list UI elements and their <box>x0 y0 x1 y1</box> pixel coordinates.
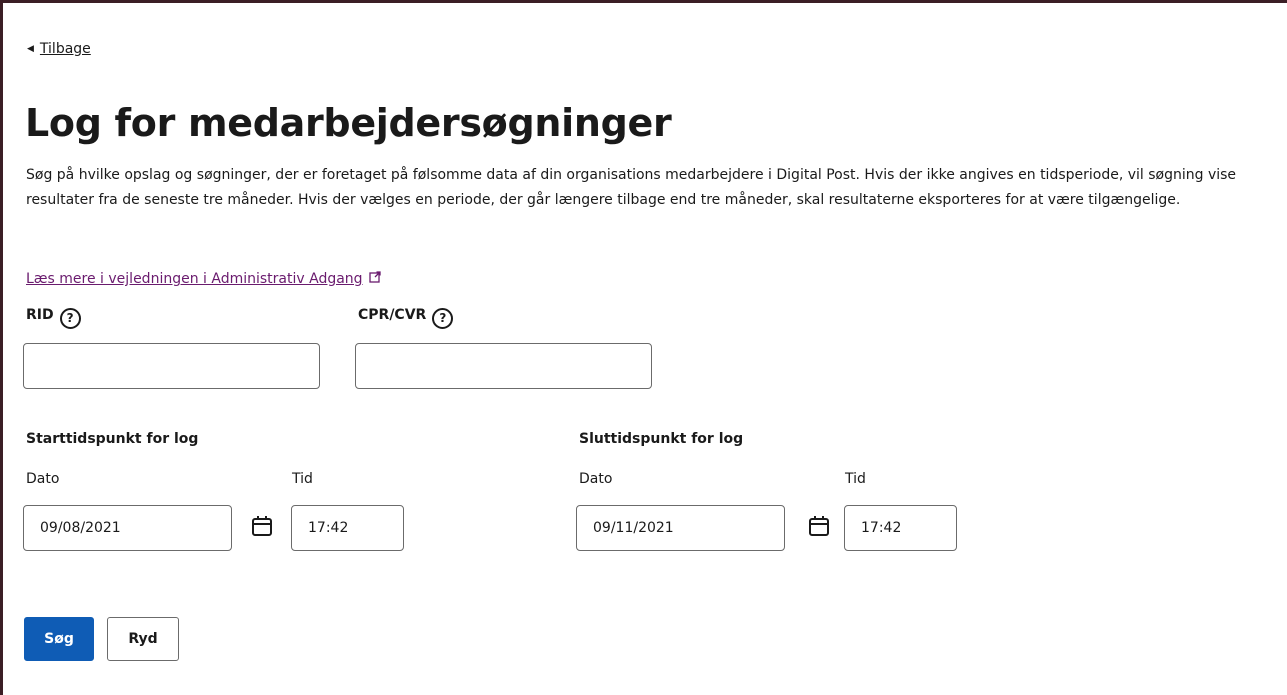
caret-left-icon: ◀ <box>27 44 34 54</box>
rid-label: RID <box>26 307 54 323</box>
cpr-input[interactable] <box>355 343 652 389</box>
cpr-label-row: CPR/CVR? <box>358 307 454 329</box>
start-date-input[interactable] <box>23 505 232 551</box>
question-circle-icon[interactable]: ? <box>59 308 81 329</box>
end-time-label: Tid <box>845 471 866 487</box>
guide-link-label: Læs mere i vejledningen i Administrativ … <box>26 271 363 287</box>
back-nav: ◀ Tilbage <box>27 41 91 57</box>
start-heading: Starttidspunkt for log <box>26 431 199 447</box>
start-time-label: Tid <box>292 471 313 487</box>
rid-input[interactable] <box>23 343 320 389</box>
cpr-label: CPR/CVR <box>358 307 427 323</box>
calendar-icon[interactable] <box>251 515 273 537</box>
end-time-input[interactable] <box>844 505 957 551</box>
end-heading: Sluttidspunkt for log <box>579 431 744 447</box>
end-date-label: Dato <box>579 471 613 487</box>
end-date-input[interactable] <box>576 505 785 551</box>
question-circle-icon[interactable]: ? <box>432 308 454 329</box>
search-button[interactable]: Søg <box>24 617 94 661</box>
start-date-label: Dato <box>26 471 60 487</box>
guide-link[interactable]: Læs mere i vejledningen i Administrativ … <box>26 271 381 287</box>
start-time-input[interactable] <box>291 505 404 551</box>
calendar-icon[interactable] <box>808 515 830 537</box>
clear-button[interactable]: Ryd <box>107 617 179 661</box>
external-link-icon <box>368 271 381 287</box>
back-link[interactable]: Tilbage <box>40 41 91 57</box>
rid-label-row: RID? <box>26 307 81 329</box>
page-title: Log for medarbejdersøgninger <box>25 101 672 145</box>
page-description: Søg på hvilke opslag og søgninger, der e… <box>26 167 1237 208</box>
